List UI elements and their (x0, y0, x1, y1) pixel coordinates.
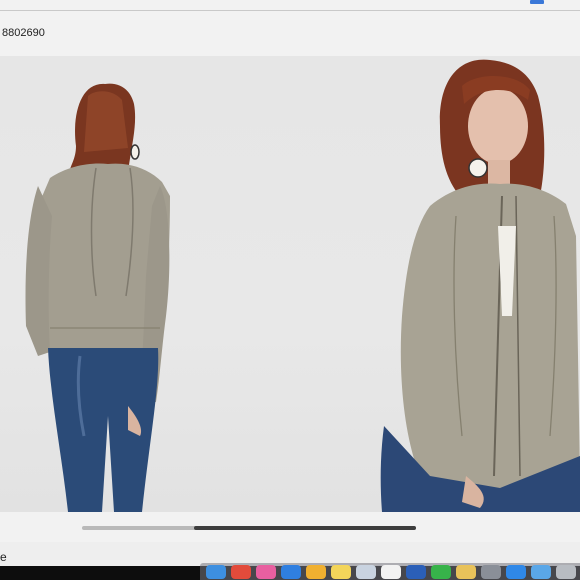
image-scrollbar-track[interactable] (82, 526, 416, 530)
top-divider (0, 10, 580, 11)
product-image-front-view[interactable] (370, 56, 580, 512)
notes-icon[interactable] (331, 564, 351, 579)
appstore-icon[interactable] (506, 564, 526, 579)
browser-screen: 8802690 e (0, 0, 580, 566)
mac-dock (200, 563, 580, 580)
itunes-icon[interactable] (256, 564, 276, 579)
preview-icon[interactable] (356, 564, 376, 579)
system-preferences-icon[interactable] (481, 564, 501, 579)
product-image-back-view[interactable] (10, 56, 210, 512)
edge-text: e (0, 550, 7, 564)
screen-share-icon[interactable] (406, 564, 426, 579)
image-scrollbar-thumb[interactable] (194, 526, 416, 530)
product-gallery[interactable] (0, 56, 580, 512)
messages-icon[interactable] (431, 564, 451, 579)
finder-icon[interactable] (206, 564, 226, 579)
safari-icon[interactable] (281, 564, 301, 579)
item-code: 8802690 (2, 27, 45, 39)
downloads-folder-icon[interactable] (531, 564, 551, 579)
toolbar-button[interactable] (530, 0, 544, 4)
trash-icon[interactable] (556, 564, 576, 579)
folder-icon[interactable] (456, 564, 476, 579)
reminders-icon[interactable] (381, 564, 401, 579)
chrome-icon[interactable] (231, 564, 251, 579)
photos-icon[interactable] (306, 564, 326, 579)
